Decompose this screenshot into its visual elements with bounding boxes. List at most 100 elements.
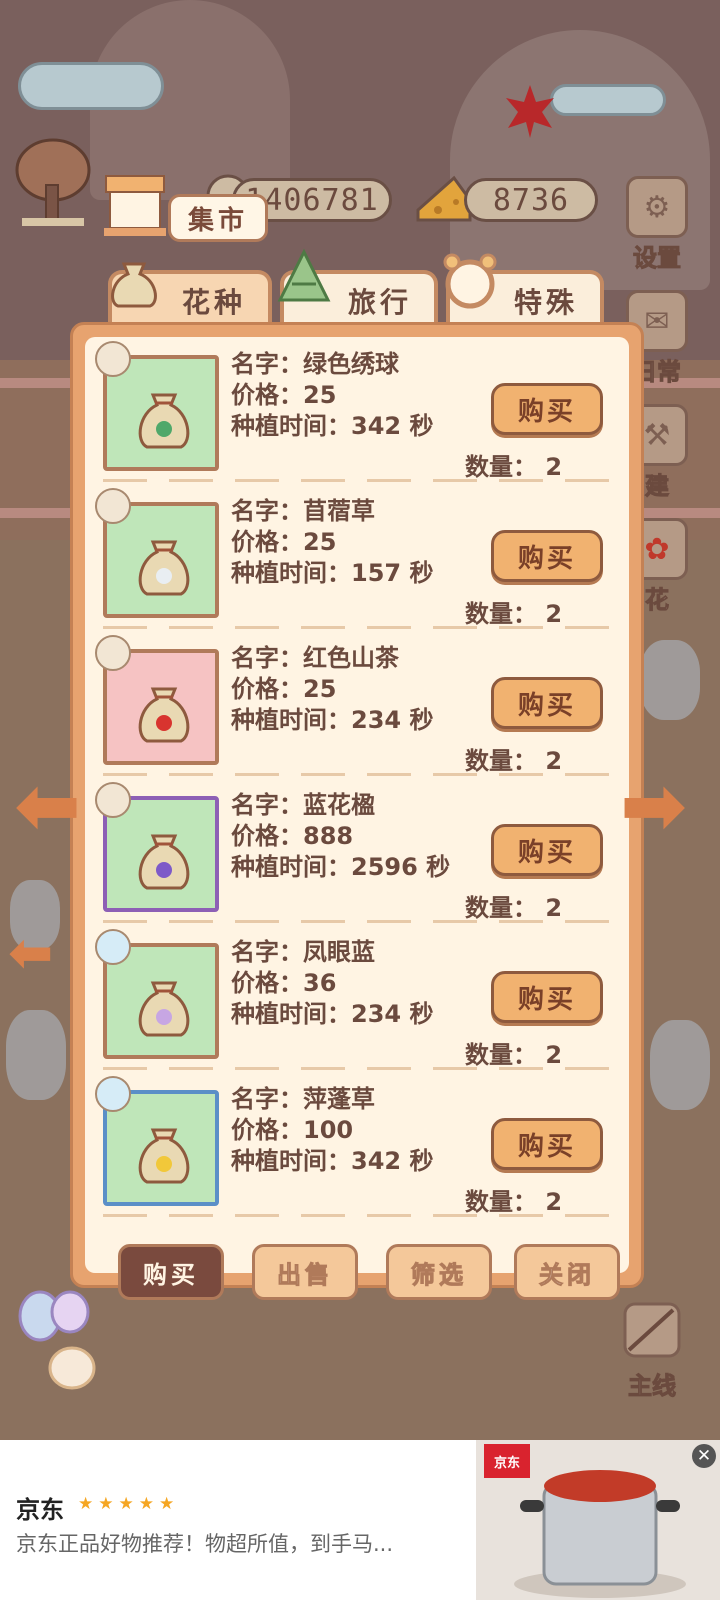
seed-bag-icon bbox=[111, 262, 157, 308]
seed-price-line: 价格：25 bbox=[231, 674, 433, 705]
season-icon bbox=[95, 341, 131, 377]
row-divider bbox=[103, 479, 609, 482]
seed-price: 888 bbox=[303, 822, 354, 850]
side-button-label: 设置 bbox=[633, 244, 682, 273]
qty-value: 2 bbox=[545, 747, 563, 775]
tab-label: 特殊 bbox=[513, 286, 578, 319]
seed-price-line: 价格：36 bbox=[231, 968, 433, 999]
time-unit: 秒 bbox=[409, 412, 434, 440]
side-button-settings[interactable]: ⚙ 设置 bbox=[622, 176, 692, 273]
seed-quantity: 数量： 2 bbox=[465, 447, 562, 482]
name-label: 名字： bbox=[231, 644, 303, 672]
buy-button[interactable]: 购买 bbox=[491, 383, 603, 435]
seed-price-line: 价格：100 bbox=[231, 1115, 433, 1146]
seed-price-line: 价格：25 bbox=[231, 380, 433, 411]
price-label: 价格： bbox=[231, 822, 303, 850]
seed-bag-icon bbox=[138, 540, 190, 596]
seed-time-line: 种植时间：342 秒 bbox=[231, 411, 433, 442]
season-icon bbox=[95, 635, 131, 671]
price-label: 价格： bbox=[231, 528, 303, 556]
cloud-decoration bbox=[550, 84, 666, 116]
seed-item: 名字：凤眼蓝 价格：36 种植时间：234 秒 购买 数量： 2 bbox=[95, 929, 643, 1081]
seed-price: 25 bbox=[303, 381, 337, 409]
ad-product-image[interactable]: 京东 bbox=[476, 1440, 720, 1600]
ad-title[interactable]: 京东 bbox=[16, 1490, 64, 1525]
tree-avatar-icon[interactable] bbox=[8, 130, 98, 230]
seed-time-line: 种植时间：2596 秒 bbox=[231, 852, 450, 883]
time-label: 种植时间： bbox=[231, 559, 351, 587]
buy-button[interactable]: 购买 bbox=[491, 677, 603, 729]
seed-item: 名字：萍蓬草 价格：100 种植时间：342 秒 购买 数量： 2 bbox=[95, 1076, 643, 1228]
row-divider bbox=[103, 626, 609, 629]
ad-close-icon[interactable]: ✕ bbox=[692, 1444, 716, 1468]
time-unit: 秒 bbox=[426, 853, 451, 881]
season-icon bbox=[95, 929, 131, 965]
close-button[interactable]: 关闭 bbox=[514, 1244, 620, 1300]
dumpling-icon bbox=[277, 248, 331, 302]
tab-label: 旅行 bbox=[347, 286, 412, 319]
filter-button[interactable]: 筛选 bbox=[386, 1244, 492, 1300]
time-unit: 秒 bbox=[409, 706, 434, 734]
qty-value: 2 bbox=[545, 1188, 563, 1216]
buy-mode-button[interactable]: 购买 bbox=[118, 1244, 224, 1300]
back-arrow-icon[interactable]: ⬅ bbox=[8, 926, 53, 980]
cheese-value: 8736 bbox=[492, 182, 570, 218]
seed-quantity: 数量： 2 bbox=[465, 1035, 562, 1070]
shop-list[interactable]: 名字：绿色绣球 价格：25 种植时间：342 秒 购买 数量： 2 名字：苜蓿草… bbox=[85, 337, 629, 1273]
buy-button[interactable]: 购买 bbox=[491, 971, 603, 1023]
next-page-arrow-icon[interactable]: ➡ bbox=[620, 766, 687, 846]
main-quest-button[interactable]: 主线 bbox=[612, 1300, 692, 1401]
cloud-decoration bbox=[18, 62, 164, 110]
seed-time: 157 bbox=[351, 559, 402, 587]
row-divider bbox=[103, 1067, 609, 1070]
seed-item: 名字：苜蓿草 价格：25 种植时间：157 秒 购买 数量： 2 bbox=[95, 488, 643, 640]
buy-button[interactable]: 购买 bbox=[491, 1118, 603, 1170]
price-label: 价格： bbox=[231, 1116, 303, 1144]
seed-time-line: 种植时间：157 秒 bbox=[231, 558, 433, 589]
seed-bag-icon bbox=[138, 1128, 190, 1184]
seed-quantity: 数量： 2 bbox=[465, 741, 562, 776]
seed-item: 名字：红色山茶 价格：25 种植时间：234 秒 购买 数量： 2 bbox=[95, 635, 643, 787]
dragonfly-icon bbox=[623, 1302, 681, 1358]
time-unit: 秒 bbox=[409, 559, 434, 587]
season-icon bbox=[95, 488, 131, 524]
time-label: 种植时间： bbox=[231, 853, 351, 881]
price-label: 价格： bbox=[231, 675, 303, 703]
seed-time: 2596 bbox=[351, 853, 418, 881]
seed-time: 342 bbox=[351, 412, 402, 440]
time-label: 种植时间： bbox=[231, 706, 351, 734]
name-label: 名字： bbox=[231, 1085, 303, 1113]
seed-name-line: 名字：红色山茶 bbox=[231, 643, 433, 674]
sell-button[interactable]: 出售 bbox=[252, 1244, 358, 1300]
qty-value: 2 bbox=[545, 453, 563, 481]
seed-name-line: 名字：萍蓬草 bbox=[231, 1084, 433, 1115]
price-label: 价格： bbox=[231, 969, 303, 997]
ad-rating-stars: ★★★★★ bbox=[78, 1494, 180, 1514]
seed-name-line: 名字：绿色绣球 bbox=[231, 349, 433, 380]
prev-page-arrow-icon[interactable]: ⬅ bbox=[14, 766, 81, 846]
seed-bag-icon bbox=[138, 687, 190, 743]
seed-name-line: 名字：蓝花楹 bbox=[231, 790, 450, 821]
frame-icon bbox=[443, 253, 497, 309]
seed-time-line: 种植时间：342 秒 bbox=[231, 1146, 433, 1177]
cheese-display: 8736 bbox=[464, 178, 598, 222]
row-divider bbox=[103, 920, 609, 923]
seed-name-line: 名字：苜蓿草 bbox=[231, 496, 433, 527]
cooking-pot-image bbox=[514, 1470, 686, 1598]
seed-price: 100 bbox=[303, 1116, 354, 1144]
shop-panel: 名字：绿色绣球 价格：25 种植时间：342 秒 购买 数量： 2 名字：苜蓿草… bbox=[70, 322, 644, 1288]
buy-button[interactable]: 购买 bbox=[491, 530, 603, 582]
seed-price-line: 价格：888 bbox=[231, 821, 450, 852]
maple-leaf-icon bbox=[506, 85, 554, 138]
ad-description[interactable]: 京东正品好物推荐！物超所值，到手马... bbox=[16, 1528, 393, 1558]
row-divider bbox=[103, 1214, 609, 1217]
buy-button[interactable]: 购买 bbox=[491, 824, 603, 876]
row-divider bbox=[103, 773, 609, 776]
time-unit: 秒 bbox=[409, 1147, 434, 1175]
qty-label: 数量： bbox=[465, 747, 537, 775]
seed-item: 名字：绿色绣球 价格：25 种植时间：342 秒 购买 数量： 2 bbox=[95, 341, 643, 493]
market-title: 集市 bbox=[168, 194, 268, 242]
seed-price: 25 bbox=[303, 675, 337, 703]
qty-value: 2 bbox=[545, 1041, 563, 1069]
butterfly-decoration-icon bbox=[18, 1290, 96, 1390]
